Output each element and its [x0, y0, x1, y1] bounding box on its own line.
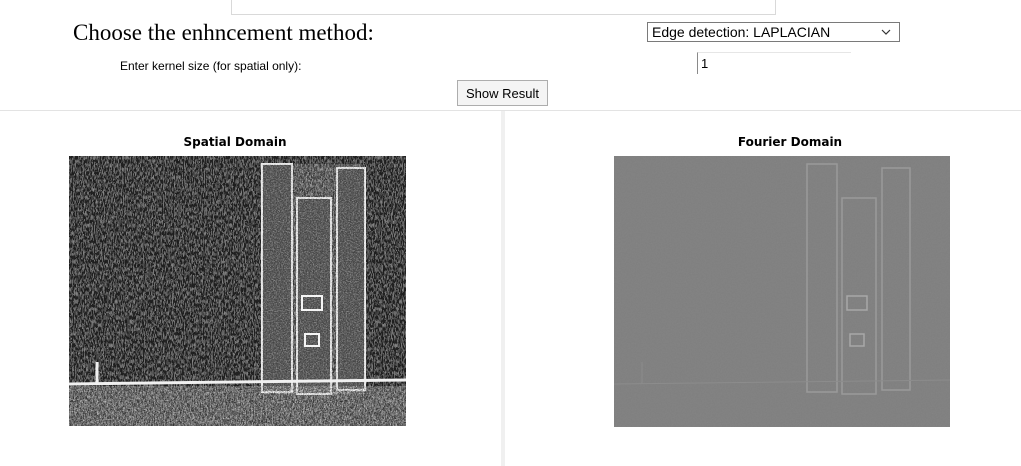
- kernel-size-label: Enter kernel size (for spatial only):: [120, 59, 302, 73]
- fourier-domain-image: [614, 156, 950, 427]
- chevron-down-icon: [881, 29, 891, 35]
- horizontal-divider: [0, 110, 1021, 111]
- spatial-domain-title: Spatial Domain: [183, 135, 287, 149]
- top-container-box: [231, 0, 776, 15]
- method-select-value: Edge detection: LAPLACIAN: [652, 24, 831, 40]
- spatial-domain-image: [69, 156, 406, 426]
- kernel-size-input[interactable]: [697, 52, 851, 74]
- method-heading: Choose the enhncement method:: [73, 20, 374, 45]
- method-select[interactable]: Edge detection: LAPLACIAN: [647, 22, 900, 42]
- fourier-domain-title: Fourier Domain: [737, 135, 843, 149]
- vertical-divider: [501, 111, 505, 466]
- show-result-button[interactable]: Show Result: [457, 80, 548, 106]
